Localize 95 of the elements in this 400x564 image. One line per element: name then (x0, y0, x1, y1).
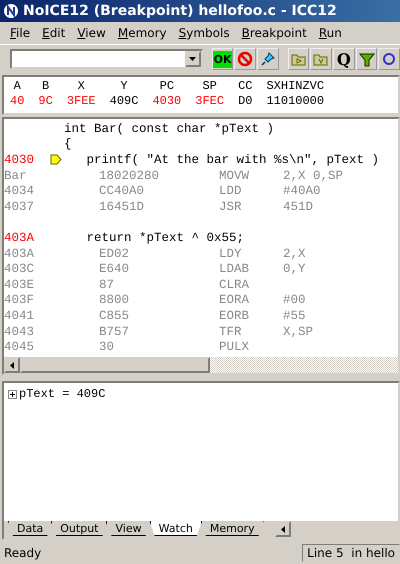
menu-item[interactable]: Edit (36, 26, 72, 40)
watch-item[interactable]: pText = 409C (19, 387, 106, 401)
register-name: PC (160, 79, 174, 94)
asm-address: 4034 (4, 184, 36, 198)
asm-mnemonic: LDAB (219, 262, 250, 276)
source-line: printf( "At the bar with %s\n", pText ) (86, 152, 380, 167)
asm-address: 403A (4, 246, 36, 261)
asm-mnemonic: PULX (219, 340, 250, 354)
asm-mnemonic: TFR (219, 324, 243, 339)
register-name: X (78, 79, 85, 94)
register-name: SXHINZVC (266, 79, 324, 94)
asm-operand: #55 (283, 308, 306, 323)
asm-bytes: 18020280 (99, 168, 160, 183)
ring-icon (382, 52, 396, 66)
asm-operand: 2,X 0,SP (283, 168, 344, 183)
register-value: 9C (38, 94, 53, 109)
menu-item[interactable]: Memory (112, 26, 173, 40)
scroll-left-button[interactable] (4, 357, 20, 373)
pane-tab[interactable]: Memory (200, 521, 264, 536)
asm-operand: #40A0 (283, 184, 321, 198)
register-value: 409C (110, 94, 138, 109)
asm-bytes: 16451D (99, 200, 146, 214)
asm-mnemonic: EORA (219, 293, 250, 308)
app-icon (3, 3, 19, 19)
pushpin-button[interactable] (257, 48, 279, 70)
asm-address: Bar (4, 168, 28, 183)
left-arrow-icon (10, 362, 14, 368)
asm-bytes: E640 (99, 262, 130, 276)
toolbar-button[interactable] (378, 48, 400, 70)
asm-mnemonic: EORB (219, 308, 250, 323)
asm-address: 4041 (4, 308, 36, 323)
status-message: Ready (4, 546, 42, 560)
asm-mnemonic: MOVW (219, 168, 250, 183)
register-name: CC (238, 79, 252, 94)
pane-tab[interactable]: Data (8, 521, 52, 536)
funnel-button[interactable] (356, 48, 378, 70)
asm-operand: 451D (283, 200, 314, 214)
menu-item[interactable]: Symbols (172, 26, 236, 40)
q-button[interactable]: Q (333, 48, 355, 70)
asm-address: 403F (4, 293, 36, 308)
asm-mnemonic: LDY (219, 246, 243, 261)
asm-bytes: 8800 (99, 293, 130, 308)
line-address: 4030 (4, 152, 36, 167)
asm-operand: 0,Y (283, 262, 306, 276)
menu-item[interactable]: Breakpoint (236, 26, 313, 40)
horizontal-scrollbar[interactable] (4, 357, 398, 373)
register-value: 3FEE (66, 94, 96, 109)
scroll-left-button[interactable] (274, 521, 291, 537)
asm-address: 403E (4, 278, 36, 292)
asm-bytes: C855 (99, 308, 130, 323)
asm-mnemonic: JSR (219, 200, 243, 214)
register-value: 4030 (152, 94, 182, 109)
asm-mnemonic: LDD (219, 184, 243, 198)
pane-tab[interactable]: Output (51, 521, 108, 536)
asm-address: 4045 (4, 340, 36, 354)
asm-bytes: 30 (99, 340, 116, 354)
stop-button[interactable] (234, 48, 256, 70)
caret-icon (189, 57, 196, 61)
asm-bytes: 87 (99, 278, 116, 292)
source-line: int Bar( const char *pText ) (64, 122, 274, 136)
register-name: SP (202, 79, 217, 94)
folder-button[interactable] (310, 48, 332, 70)
folder-button[interactable] (288, 48, 310, 70)
expand-icon[interactable] (8, 390, 17, 398)
menu-item[interactable]: Run (312, 26, 348, 40)
menu-item[interactable]: File (4, 26, 36, 40)
left-arrow-icon (280, 526, 285, 532)
register-name: Y (120, 79, 128, 94)
asm-address: 4037 (4, 200, 36, 214)
menu-item[interactable]: View (71, 26, 112, 40)
dropdown-button[interactable] (184, 51, 201, 67)
asm-operand: #00 (283, 293, 306, 308)
register-value: D0 (238, 94, 252, 109)
asm-bytes: ED02 (99, 246, 130, 261)
register-value: 40 (10, 94, 24, 109)
register-value: 3FEC (195, 94, 224, 109)
asm-address: 403C (4, 262, 36, 276)
scrollbar-thumb[interactable] (20, 357, 210, 373)
combo-box[interactable] (10, 49, 203, 69)
status-position: Line 5 in hello (302, 544, 400, 562)
source-line: return *pText ^ 0x55; (86, 230, 244, 245)
asm-address: 4043 (4, 324, 36, 339)
asm-bytes: B757 (99, 324, 130, 339)
asm-operand: 2,X (283, 246, 306, 261)
source-line: { (64, 137, 72, 152)
asm-mnemonic: CLRA (219, 278, 250, 292)
register-value: 11010000 (266, 94, 324, 109)
ok-button[interactable]: OK (212, 48, 234, 70)
register-name: A (14, 79, 21, 94)
pane-tab[interactable]: Watch (150, 521, 202, 536)
register-name: B (42, 79, 50, 94)
line-address: 403A (4, 230, 36, 245)
asm-operand: X,SP (283, 324, 314, 339)
window-title: NoICE12 (Breakpoint) hellofoo.c - ICC12 (23, 3, 337, 19)
asm-bytes: CC40A0 (99, 184, 146, 198)
